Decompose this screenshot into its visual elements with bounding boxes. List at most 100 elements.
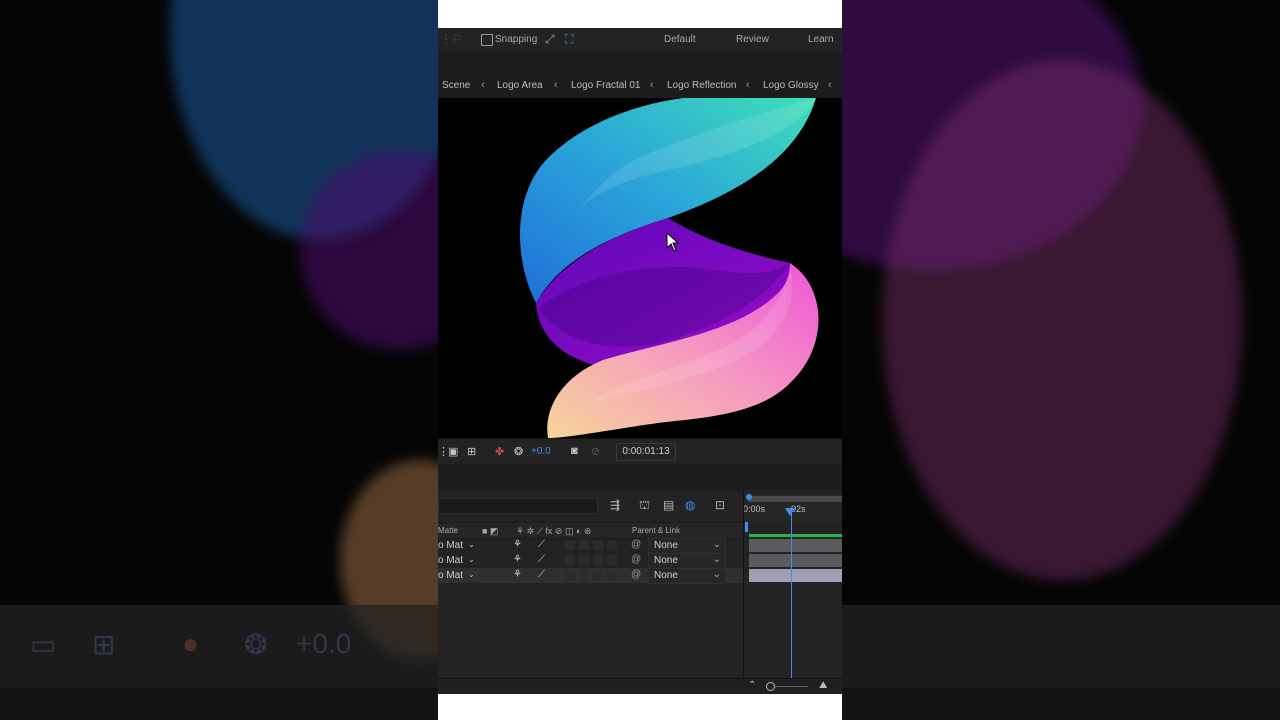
motion-blur-switch[interactable]	[593, 555, 603, 565]
grid-icon[interactable]: ⊞	[467, 445, 476, 458]
playhead-handle[interactable]	[785, 508, 795, 516]
time-ruler[interactable]: 0:00s 02s	[743, 494, 842, 522]
graph-editor-icon[interactable]: ⊡	[715, 498, 725, 512]
parent-select[interactable]: None ⌄	[648, 568, 726, 584]
snapping-checkbox[interactable]	[481, 34, 493, 46]
chevron-down-icon: ⌄	[712, 539, 721, 550]
snap-feature-icon[interactable]: ⛶	[565, 32, 573, 47]
chevron-down-icon: ⌄	[712, 554, 721, 565]
timeline-panel: ⇶ ⛫ ▤ ◍ ⊡ 0:00s 02s Matte ■ ◩ ⚘ ✲ ⟋ fx ⊘…	[438, 490, 842, 680]
snapping-label: Snapping	[495, 34, 538, 45]
adjustment-switch[interactable]	[607, 570, 617, 580]
layer-in-bracket	[745, 522, 748, 532]
zoom-in-icon[interactable]: ⛰	[819, 680, 827, 691]
collapse-switch-icon[interactable]: ⚘	[513, 539, 522, 550]
quality-switch-icon[interactable]: ⟋	[538, 554, 545, 565]
work-area-start[interactable]	[746, 494, 752, 500]
zoom-slider-knob[interactable]	[766, 682, 775, 691]
parent-select-value: None	[654, 540, 678, 551]
region-of-interest-icon[interactable]: ▣	[448, 445, 458, 458]
current-time-indicator[interactable]	[791, 512, 792, 680]
quality-switch-icon[interactable]: ⟋	[538, 539, 545, 550]
track-matte-value[interactable]: o Mat	[438, 540, 463, 551]
mouse-cursor-icon	[666, 232, 680, 252]
layer-column-header: Matte ■ ◩ ⚘ ✲ ⟋ fx ⊘ ◫ ◐ ⊛ Parent & Link	[438, 522, 743, 539]
chevron-left-icon: ‹	[481, 79, 485, 91]
toolbar-tool-icon[interactable]: ⋮	[440, 32, 452, 46]
collapse-switch-icon[interactable]: ⚘	[513, 554, 522, 565]
bg-color-icon: ●	[182, 628, 199, 659]
layer-switch-icons: ⚘ ✲ ⟋ fx ⊘ ◫ ◐ ⊛	[516, 526, 592, 536]
comp-tab-logo-area[interactable]: Logo Area	[497, 80, 543, 91]
pick-whip-icon[interactable]: @	[631, 554, 641, 565]
layer-duration-bar[interactable]	[749, 539, 842, 552]
timeline-search-input[interactable]	[438, 498, 598, 514]
comp-tab-logo-glossy[interactable]: Logo Glossy	[763, 80, 819, 91]
pick-whip-icon[interactable]: @	[631, 539, 641, 550]
exposure-icon[interactable]: ❂	[514, 445, 523, 458]
parent-select-value: None	[654, 570, 678, 581]
chevron-left-icon: ‹	[554, 79, 558, 91]
current-timecode[interactable]: 0:00:01:13	[616, 443, 676, 461]
effect-switch[interactable]	[565, 555, 575, 565]
layer-row[interactable]: o Mat ⌄ ⚘ ⟋ @ None ⌄	[438, 553, 743, 569]
snapshot-icon[interactable]: ◙	[571, 445, 578, 457]
shy-layers-icon[interactable]: ▤	[663, 498, 674, 512]
pin-icon[interactable]: ⚐	[452, 32, 463, 46]
exposure-value[interactable]: +0.0	[531, 446, 551, 457]
comp-tab-logo-reflection[interactable]: Logo Reflection	[667, 80, 737, 91]
chevron-left-icon: ‹	[650, 79, 654, 91]
layer-row-selected[interactable]: o Mat ⌄ ⚘ ⟋ @ None ⌄	[438, 568, 743, 584]
chevron-down-icon[interactable]: ⌄	[468, 555, 475, 564]
top-toolbar: ⋮ ⚐ Snapping ⤢ ⛶ Default Review Learn	[438, 28, 842, 53]
comp-tab-logo-fractal[interactable]: Logo Fractal 01	[571, 80, 641, 91]
bg-exposure-value: +0.0	[296, 628, 352, 659]
workspace-default[interactable]: Default	[664, 34, 696, 45]
motion-blur-switch[interactable]	[593, 570, 603, 580]
matte-column-label: Matte	[438, 526, 459, 535]
effect-switch[interactable]	[565, 540, 575, 550]
workspace-review[interactable]: Review	[736, 34, 769, 45]
draft-3d-icon[interactable]: ⛫	[639, 498, 650, 514]
layer-duration-bar[interactable]	[749, 554, 842, 567]
layer-duration-bar-selected[interactable]	[749, 569, 842, 582]
motion-blur-icon[interactable]: ◍	[685, 498, 695, 512]
bg-blob-pink	[882, 60, 1242, 580]
snap-tool-icon[interactable]: ⤢	[545, 32, 555, 47]
motion-blur-switch[interactable]	[593, 540, 603, 550]
logo-artwork	[520, 98, 819, 438]
timeline-footer: ⌃ ⛰	[438, 678, 842, 695]
link-icon[interactable]: ⊘	[591, 445, 600, 458]
zoom-out-icon[interactable]: ⌃	[748, 680, 756, 691]
bottom-strip	[438, 694, 842, 720]
render-cache-bar	[749, 534, 842, 537]
chevron-down-icon[interactable]: ⌄	[468, 540, 475, 549]
panel-gap	[438, 464, 842, 490]
color-channels-icon[interactable]: ✤	[495, 445, 504, 458]
switches-icons: ■ ◩	[482, 526, 499, 536]
adjustment-switch[interactable]	[607, 540, 617, 550]
effect-switch[interactable]	[565, 570, 575, 580]
comp-tab-scene[interactable]: Scene	[442, 80, 470, 91]
workspace-learn[interactable]: Learn	[808, 34, 834, 45]
track-matte-value[interactable]: o Mat	[438, 555, 463, 566]
parent-select-value: None	[654, 555, 678, 566]
parent-select[interactable]: None ⌄	[648, 553, 726, 569]
comp-flowchart-icon[interactable]: ⇶	[610, 498, 620, 512]
chevron-down-icon[interactable]: ⌄	[468, 570, 475, 579]
work-area-bar[interactable]	[748, 496, 842, 502]
collapse-switch-icon[interactable]: ⚘	[513, 569, 522, 580]
parent-select[interactable]: None ⌄	[648, 538, 726, 554]
frame-blend-switch[interactable]	[579, 570, 589, 580]
frame-blend-switch[interactable]	[579, 555, 589, 565]
track-matte-value[interactable]: o Mat	[438, 570, 463, 581]
timeline-divider[interactable]	[743, 490, 744, 680]
quality-switch-icon[interactable]: ⟋	[538, 569, 545, 580]
frame-blend-switch[interactable]	[579, 540, 589, 550]
pick-whip-icon[interactable]: @	[631, 569, 641, 580]
composition-viewer[interactable]	[438, 98, 842, 438]
ruler-label-start: 0:00s	[743, 504, 766, 514]
layer-row[interactable]: o Mat ⌄ ⚘ ⟋ @ None ⌄	[438, 538, 743, 554]
parent-link-column-label: Parent & Link	[632, 526, 681, 535]
adjustment-switch[interactable]	[607, 555, 617, 565]
